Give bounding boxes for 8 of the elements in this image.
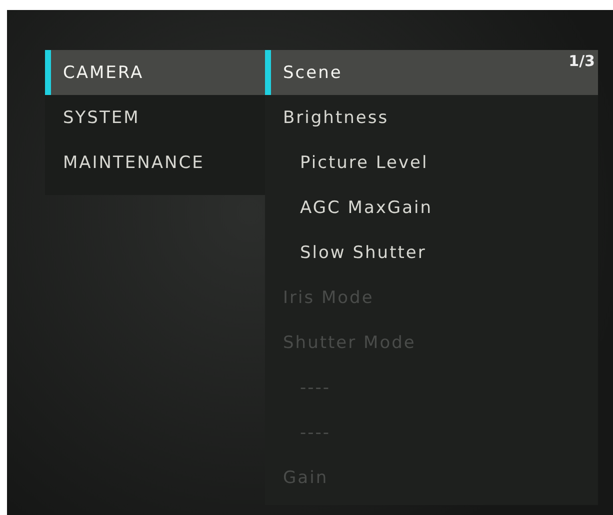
category-item[interactable]: MAINTENANCE bbox=[45, 140, 265, 185]
category-item[interactable]: SYSTEM bbox=[45, 95, 265, 140]
page-indicator: 1/3 bbox=[568, 52, 595, 70]
menu-item[interactable]: Brightness bbox=[265, 95, 598, 140]
menu-item[interactable]: AGC MaxGain bbox=[265, 185, 598, 230]
menu-item[interactable]: Slow Shutter bbox=[265, 230, 598, 275]
menu-item[interactable]: Picture Level bbox=[265, 140, 598, 185]
category-item[interactable]: CAMERA bbox=[45, 50, 265, 95]
